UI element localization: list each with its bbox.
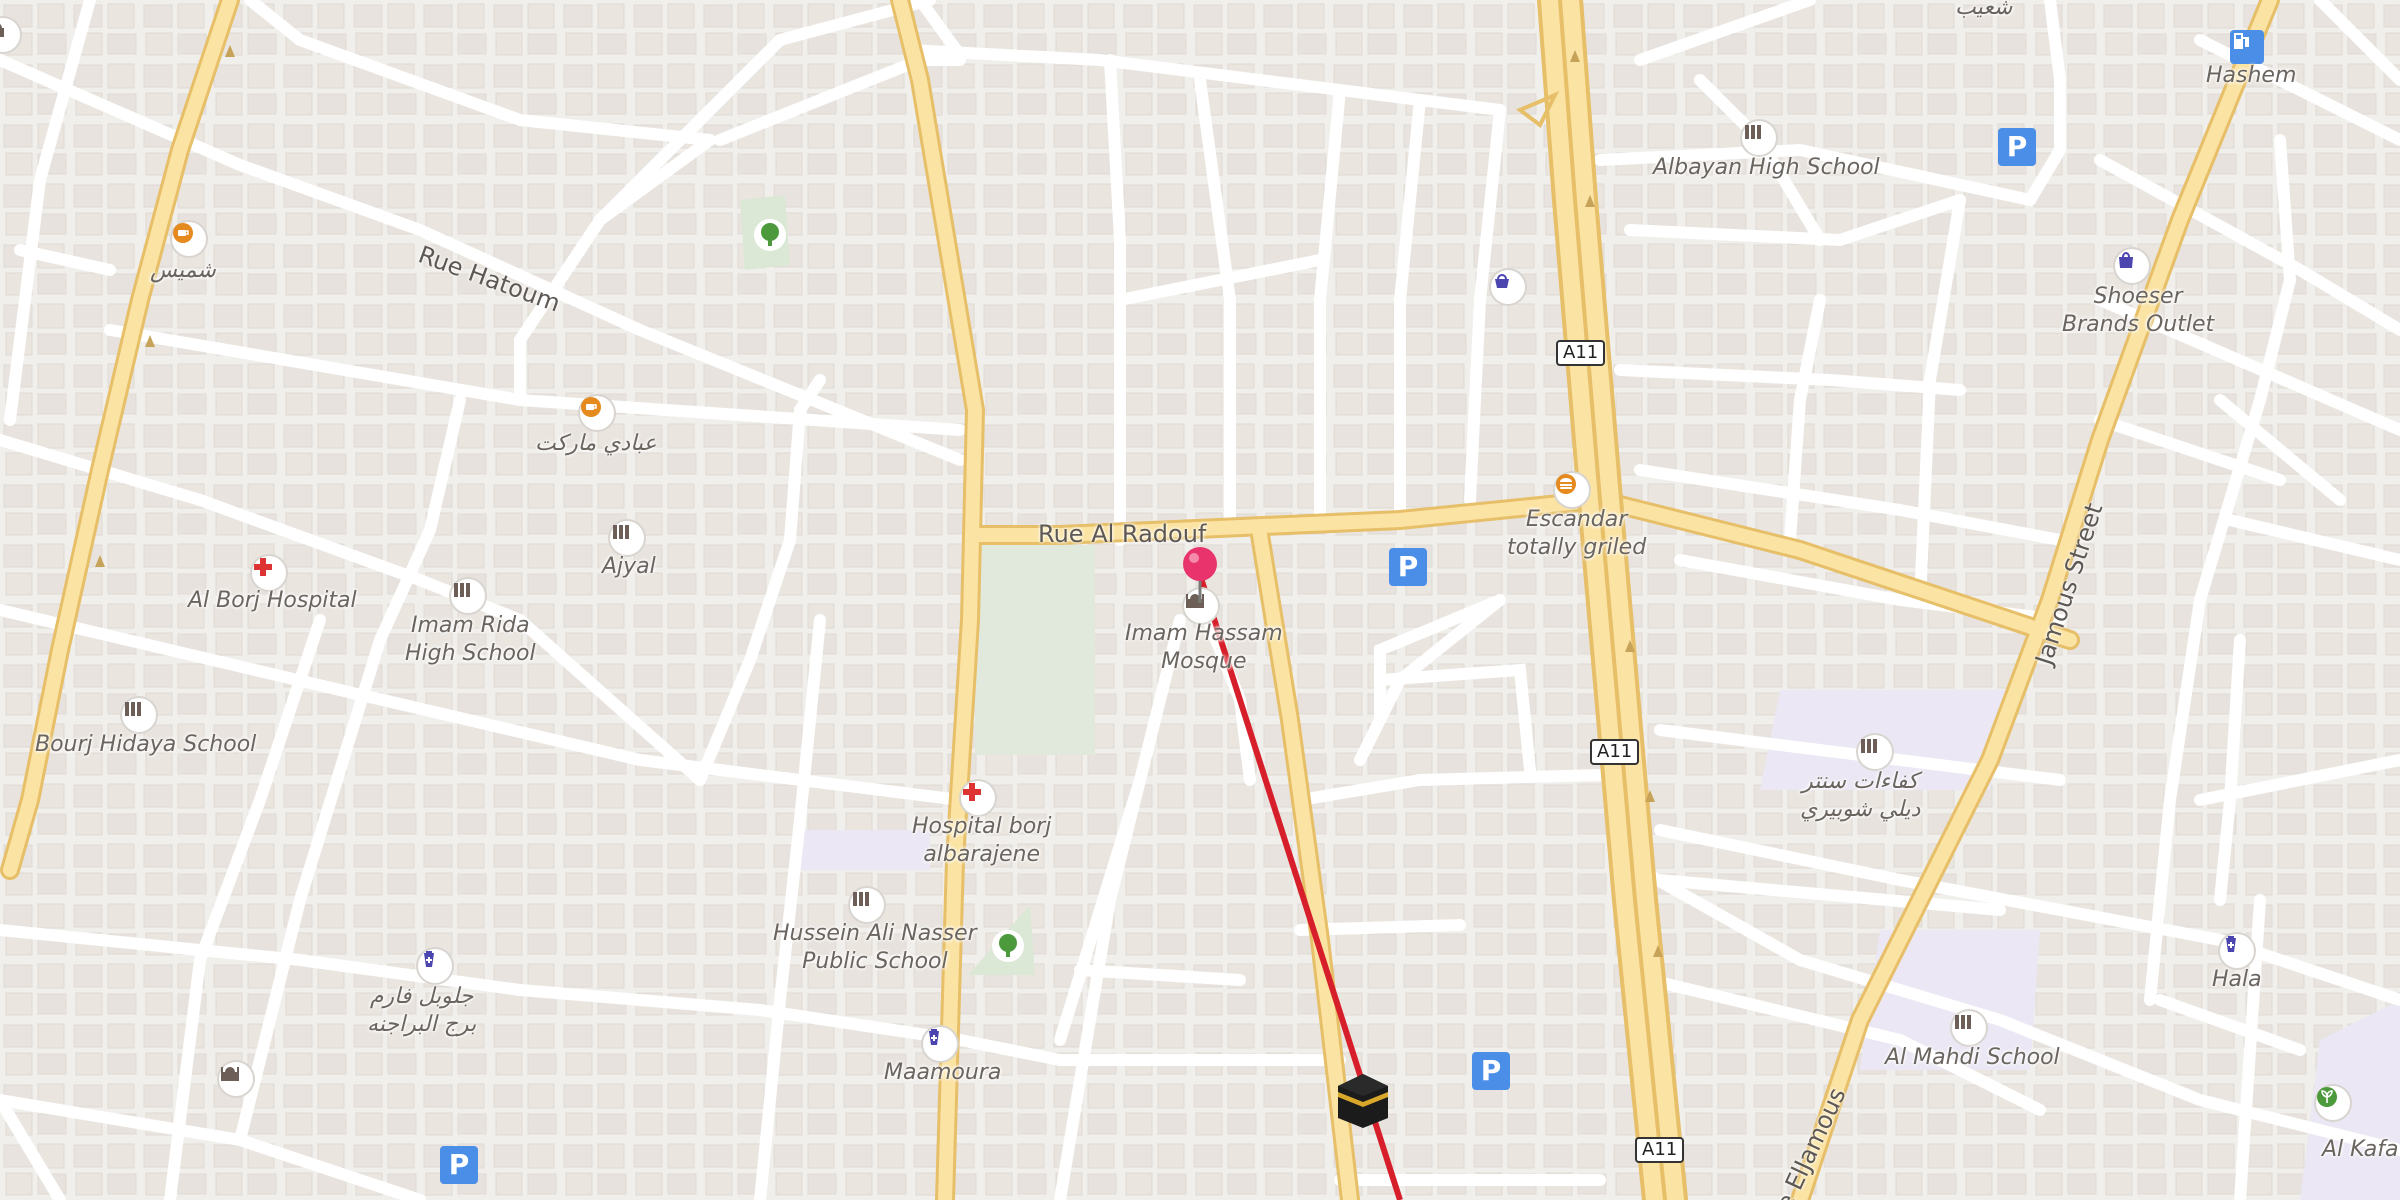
label-line: Shoeser <box>2093 284 2183 309</box>
school-icon[interactable] <box>610 521 644 555</box>
place-label-maamoura[interactable]: Maamoura <box>884 1059 1001 1087</box>
parking-icon[interactable]: P <box>1998 128 2036 166</box>
school-icon[interactable] <box>1858 735 1892 769</box>
label-line: برج البراجنه <box>367 1012 477 1037</box>
shopping-bag-icon[interactable] <box>2115 249 2149 283</box>
school-icon[interactable] <box>850 888 884 922</box>
place-label-shoeser[interactable]: Shoeser Brands Outlet <box>2062 283 2214 339</box>
hospital-icon[interactable] <box>961 781 995 815</box>
park-icon <box>991 929 1025 963</box>
route-shield-a11: A11 <box>1556 340 1606 366</box>
route-shield-a11: A11 <box>1635 1137 1685 1163</box>
place-label-pharmacy-borj[interactable]: جلوبل فارم برج البراجنه <box>367 983 476 1039</box>
road-label-rue-al-radouf: Rue Al Radouf <box>1038 520 1207 548</box>
label-line: totally griled <box>1507 535 1647 560</box>
place-label-escandar[interactable]: Escandar totally griled <box>1507 506 1646 562</box>
place-label-shmeis[interactable]: شميس <box>150 257 216 285</box>
place-label-imam-hassam[interactable]: Imam Hassam Mosque <box>1125 620 1283 676</box>
place-label-hashem[interactable]: Hashem <box>2206 62 2296 90</box>
parking-icon[interactable]: P <box>1389 548 1427 586</box>
park-area <box>975 545 1095 755</box>
garden-icon[interactable] <box>2316 1086 2350 1120</box>
cafe-icon[interactable] <box>172 222 206 256</box>
school-icon[interactable] <box>1952 1011 1986 1045</box>
route-shield-a11: A11 <box>1590 739 1640 765</box>
burger-icon[interactable] <box>1555 473 1589 507</box>
school-icon[interactable] <box>451 579 485 613</box>
pharmacy-icon[interactable] <box>418 949 452 983</box>
hospital-icon[interactable] <box>252 556 286 590</box>
pharmacy-icon[interactable] <box>2220 934 2254 968</box>
fuel-icon[interactable] <box>2230 30 2264 64</box>
label-line: Mosque <box>1161 649 1247 674</box>
park-icon <box>753 218 787 252</box>
label-line: جلوبل فارم <box>369 984 474 1009</box>
place-label-hala[interactable]: Hala <box>2212 966 2262 994</box>
label-line: ديلي شوبيري <box>1800 797 1921 822</box>
shop-icon[interactable] <box>1491 270 1525 304</box>
place-label-hospital-borj[interactable]: Hospital borj albarajene <box>912 813 1051 869</box>
cafe-icon[interactable] <box>580 396 614 430</box>
place-label-ajyal[interactable]: Ajyal <box>602 553 656 581</box>
school-icon[interactable] <box>1742 121 1776 155</box>
place-label-hussein[interactable]: Hussein Ali Nasser Public School <box>773 920 977 976</box>
label-line: Imam Rida <box>410 613 530 638</box>
place-label-bourj-hidaya[interactable]: Bourj Hidaya School <box>35 731 256 759</box>
map-canvas[interactable]: Rue Hatoum Rue Al Radouf Jamous Street e… <box>0 0 2400 1200</box>
label-line: Brands Outlet <box>2062 312 2215 337</box>
place-label-al-kafaat[interactable]: Al Kafa <box>2322 1136 2399 1164</box>
place-label-albayan[interactable]: Albayan High School <box>1653 154 1880 182</box>
parking-icon[interactable]: P <box>1472 1052 1510 1090</box>
label-line: albarajene <box>923 842 1041 867</box>
parking-icon[interactable]: P <box>440 1146 478 1184</box>
label-line: Hussein Ali Nasser <box>773 921 977 946</box>
place-label-al-mahdi[interactable]: Al Mahdi School <box>1885 1044 2060 1072</box>
place-label-al-borj-hospital[interactable]: Al Borj Hospital <box>188 587 357 615</box>
place-label-kafaat[interactable]: كفاءات سنتر ديلي شوبيري <box>1800 768 1920 824</box>
label-line: كفاءات سنتر <box>1802 769 1919 794</box>
pharmacy-icon[interactable] <box>923 1027 957 1061</box>
school-icon[interactable] <box>122 698 156 732</box>
label-line: Hospital borj <box>912 814 1052 839</box>
place-label-imam-rida[interactable]: Imam Rida High School <box>405 612 536 668</box>
place-label-abbadi[interactable]: عبادي ماركت <box>535 430 657 458</box>
label-line: High School <box>405 641 536 666</box>
label-line: Escandar <box>1525 507 1628 532</box>
mosque-icon[interactable] <box>219 1062 253 1096</box>
label-line: Imam Hassam <box>1125 621 1283 646</box>
place-label-shaeib[interactable]: شعيب <box>1955 0 2012 22</box>
label-line: Public School <box>802 949 948 974</box>
